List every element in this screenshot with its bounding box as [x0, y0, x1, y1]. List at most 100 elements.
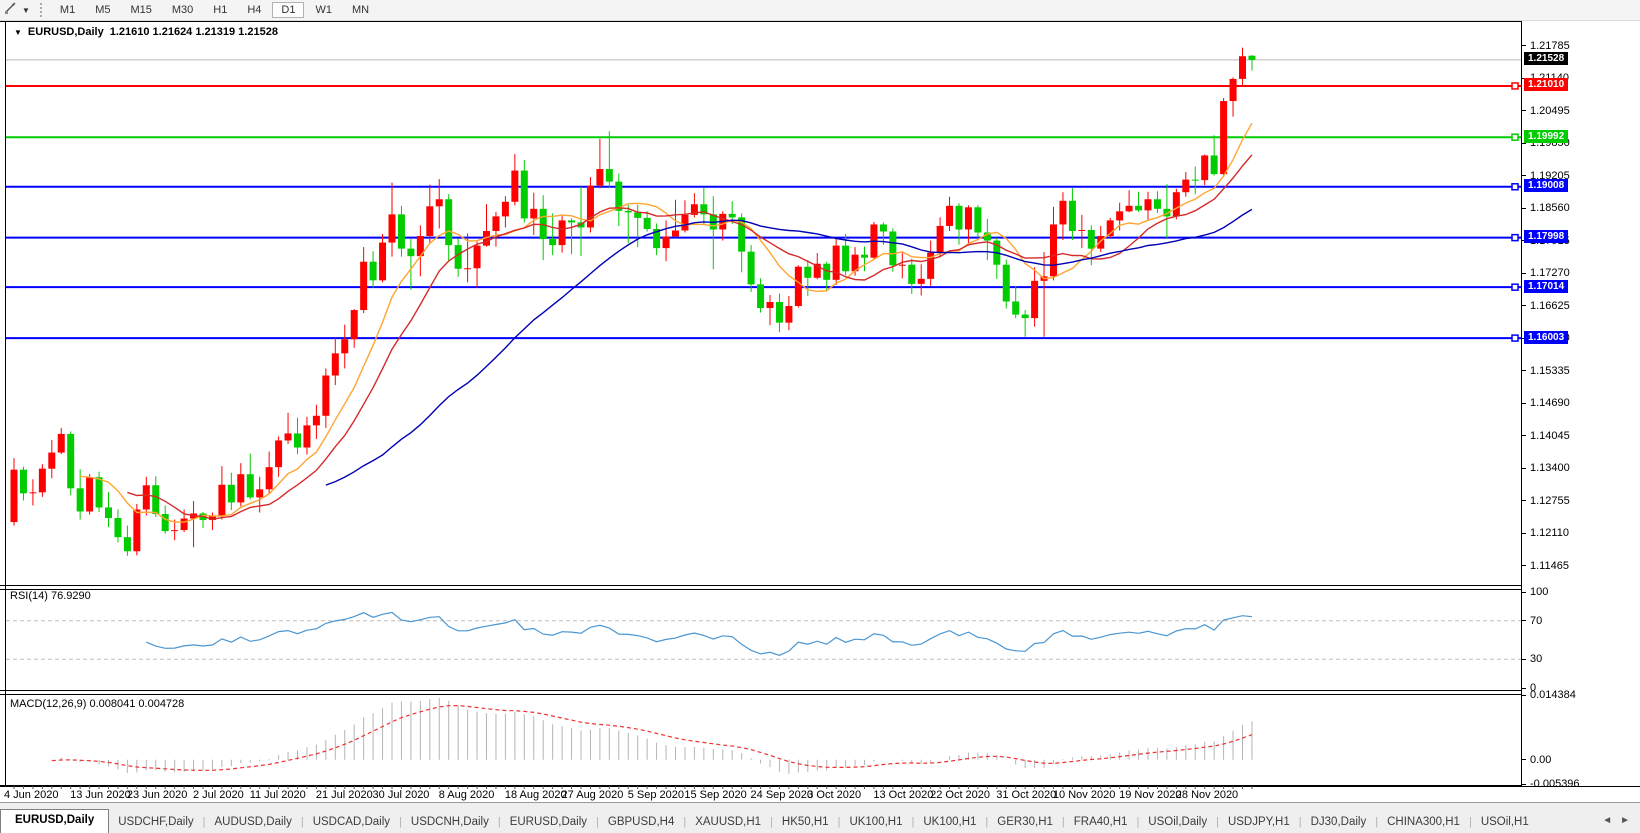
macd-indicator-panel[interactable]: [6, 695, 1521, 784]
candle: [1116, 211, 1123, 220]
timeframe-button-m1[interactable]: M1: [51, 2, 84, 18]
candle: [1126, 206, 1133, 212]
date-tick-label: 11 Jul 2020: [250, 789, 306, 801]
chart-tab-china300-h1[interactable]: CHINA300,H1: [1378, 812, 1469, 833]
candle: [663, 237, 670, 249]
candle: [502, 202, 509, 217]
toolbar-grip-handle[interactable]: [40, 3, 42, 17]
candle: [1050, 224, 1057, 276]
timeframe-button-h4[interactable]: H4: [238, 2, 270, 18]
chart-tab-usdchf-daily[interactable]: USDCHF,Daily: [109, 812, 202, 833]
candle: [974, 207, 981, 232]
chart-tab-eurusd-daily[interactable]: EURUSD,Daily: [0, 809, 109, 833]
date-tick-label: 8 Aug 2020: [439, 789, 495, 801]
price-tick-label: 1.16625: [1530, 300, 1570, 312]
timeframe-button-mn[interactable]: MN: [343, 2, 378, 18]
candle: [114, 518, 121, 537]
chart-dropdown-icon[interactable]: ▼: [14, 28, 22, 37]
candle: [247, 474, 254, 497]
chart-tab-usdjpy-h1[interactable]: USDJPY,H1: [1219, 812, 1299, 833]
cursor-tool-button[interactable]: ▼: [0, 1, 34, 20]
price-badge: 1.16003: [1524, 331, 1568, 344]
chart-tab-xauusd-h1[interactable]: XAUUSD,H1: [686, 812, 770, 833]
chart-title: ▼ EURUSD,Daily 1.21610 1.21624 1.21319 1…: [14, 26, 278, 38]
macd-separator-top[interactable]: [0, 690, 1640, 691]
candle: [937, 226, 944, 253]
candle: [785, 306, 792, 323]
candle: [833, 246, 840, 280]
price-tick-label: 1.15335: [1530, 365, 1570, 377]
candle: [379, 243, 386, 281]
candle: [549, 239, 556, 245]
candle: [795, 267, 802, 306]
candle: [899, 265, 906, 266]
price-tick-label: 1.14690: [1530, 397, 1570, 409]
candle: [672, 230, 679, 236]
timeframe-button-h1[interactable]: H1: [204, 2, 236, 18]
candle: [908, 265, 915, 284]
date-tick-label: 4 Jun 2020: [4, 789, 58, 801]
date-tick-label: 24 Sep 2020: [751, 789, 813, 801]
candle: [1239, 56, 1246, 79]
candle: [559, 220, 566, 245]
date-tick-label: 19 Nov 2020: [1119, 789, 1181, 801]
chart-tab-hk50-h1[interactable]: HK50,H1: [773, 812, 838, 833]
candle: [568, 220, 575, 222]
chart-tab-usdcnh-daily[interactable]: USDCNH,Daily: [402, 812, 498, 833]
chart-tab-uk100-h1[interactable]: UK100,H1: [914, 812, 985, 833]
candle: [11, 470, 18, 522]
candle: [1145, 199, 1152, 210]
timeframe-button-d1[interactable]: D1: [272, 2, 304, 18]
candle: [681, 215, 688, 231]
candle: [86, 477, 93, 511]
candle: [313, 416, 320, 426]
candle: [956, 206, 963, 230]
price-tick-label: 1.13400: [1530, 462, 1570, 474]
candle: [20, 470, 27, 494]
chart-tab-audusd-daily[interactable]: AUDUSD,Daily: [206, 812, 301, 833]
timeframe-button-m15[interactable]: M15: [121, 2, 160, 18]
chart-tab-usdcad-daily[interactable]: USDCAD,Daily: [304, 812, 399, 833]
price-axis[interactable]: 1.217851.211401.204951.198501.192051.185…: [1522, 21, 1640, 786]
chart-tab-usoil-h1[interactable]: USOil,H1: [1472, 812, 1538, 833]
candle: [596, 169, 603, 186]
candle: [228, 485, 235, 503]
chart-tab-dj30-daily[interactable]: DJ30,Daily: [1302, 812, 1376, 833]
date-tick-label: 18 Aug 2020: [505, 789, 567, 801]
mid-ma-line: [127, 155, 1252, 520]
candle: [889, 231, 896, 265]
candle: [474, 246, 481, 269]
cursor-tool-icon: [4, 1, 19, 20]
chart-tab-usoil-daily[interactable]: USOil,Daily: [1139, 812, 1216, 833]
chart-tab-gbpusd-h4[interactable]: GBPUSD,H4: [599, 812, 683, 833]
tab-scroll-left-icon[interactable]: ◄: [1602, 815, 1612, 826]
main-price-chart[interactable]: [6, 22, 1521, 585]
candle: [266, 467, 273, 489]
candle: [370, 262, 377, 281]
date-tick-label: 5 Sep 2020: [628, 789, 684, 801]
chart-tab-eurusd-daily[interactable]: EURUSD,Daily: [501, 812, 596, 833]
candle: [426, 206, 433, 236]
candle: [521, 171, 528, 219]
tab-scroll-right-icon[interactable]: ►: [1620, 815, 1630, 826]
rsi-indicator-panel[interactable]: [6, 590, 1521, 690]
candle: [757, 284, 764, 308]
price-tick-label: 1.21785: [1530, 40, 1570, 52]
rsi-label: RSI(14) 76.9290: [10, 590, 91, 602]
timeframe-button-m30[interactable]: M30: [163, 2, 202, 18]
candle: [530, 209, 537, 219]
chevron-down-icon[interactable]: ▼: [22, 6, 30, 15]
candle: [1097, 236, 1104, 249]
chart-tab-ger30-h1[interactable]: GER30,H1: [988, 812, 1062, 833]
candle: [804, 267, 811, 278]
timeframe-button-w1[interactable]: W1: [306, 2, 341, 18]
rsi-separator-top[interactable]: [0, 585, 1640, 586]
chart-tab-fra40-h1[interactable]: FRA40,H1: [1065, 812, 1137, 833]
date-tick-label: 2 Jul 2020: [193, 789, 244, 801]
chart-tab-uk100-h1[interactable]: UK100,H1: [840, 812, 911, 833]
timeframe-button-m5[interactable]: M5: [86, 2, 119, 18]
tab-nav-arrows: ◄►: [1592, 815, 1640, 833]
price-tick-label: 1.12110: [1530, 527, 1569, 539]
candle: [407, 249, 414, 257]
date-tick-label: 21 Jul 2020: [316, 789, 373, 801]
